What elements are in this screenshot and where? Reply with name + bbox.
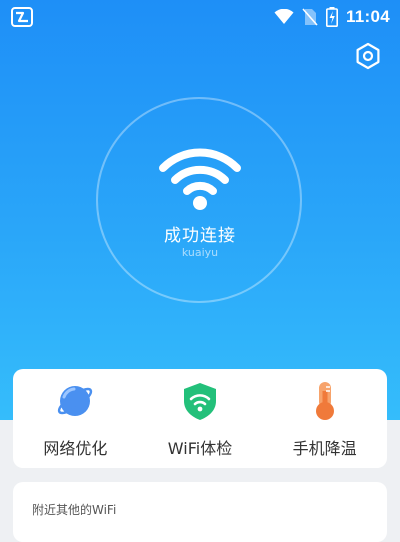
status-time: 11:04: [345, 7, 390, 26]
tool-label: 网络优化: [43, 439, 108, 458]
hero-panel: 11:04 成功连接 kuaiyu: [0, 0, 400, 420]
tool-phone-cooling[interactable]: 手机降温: [262, 369, 387, 468]
shield-wifi-icon: [184, 383, 216, 420]
tool-label: 手机降温: [292, 439, 357, 458]
status-right: 11:04: [274, 5, 390, 29]
connection-status: 成功连接: [164, 226, 236, 246]
wifi-signal-icon: [274, 9, 294, 24]
no-sim-icon: [302, 8, 318, 26]
wifi-icon: [159, 148, 241, 210]
planet-icon: [58, 386, 93, 416]
tool-label: WiFi体检: [167, 439, 233, 458]
tool-network-optimize[interactable]: 网络优化: [13, 369, 138, 468]
connected-ssid: kuaiyu: [181, 246, 219, 259]
battery-charging-icon: [325, 7, 338, 27]
nearby-wifi-card: 附近其他的WiFi: [13, 482, 387, 542]
nearby-wifi-title: 附近其他的WiFi: [32, 503, 117, 517]
gear-icon[interactable]: [354, 42, 382, 70]
tools-card: 网络优化 WiFi体检 手机降温: [13, 369, 387, 468]
thermometer-icon: [315, 382, 334, 420]
status-bar: 11:04: [0, 0, 400, 34]
tool-wifi-check[interactable]: WiFi体检: [138, 369, 263, 468]
app-icon: [11, 7, 33, 27]
